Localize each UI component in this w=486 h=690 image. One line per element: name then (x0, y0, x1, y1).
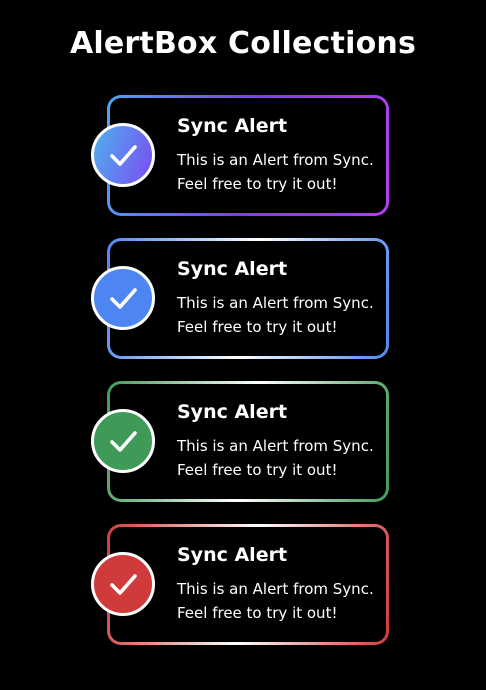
checkmark-icon-glyph (110, 145, 137, 166)
alert-message-line: Feel free to try it out! (177, 604, 338, 622)
checkmark-icon (91, 409, 155, 473)
alert-message-line: Feel free to try it out! (177, 175, 338, 193)
alert-message: This is an Alert from Sync. Feel free to… (177, 291, 387, 339)
alert-message: This is an Alert from Sync. Feel free to… (177, 434, 387, 482)
alert-title: Sync Alert (177, 258, 288, 280)
alert-list: Sync Alert This is an Alert from Sync. F… (0, 0, 486, 690)
alert-message-line: Feel free to try it out! (177, 318, 338, 336)
alert-message-line: This is an Alert from Sync. (177, 437, 374, 455)
alert-title: Sync Alert (177, 401, 288, 423)
checkmark-icon (91, 552, 155, 616)
alert-message-line: Feel free to try it out! (177, 461, 338, 479)
alert-message: This is an Alert from Sync. Feel free to… (177, 148, 387, 196)
checkmark-icon-glyph (110, 288, 137, 309)
alert-message-line: This is an Alert from Sync. (177, 580, 374, 598)
alert-title: Sync Alert (177, 115, 288, 137)
alert-message: This is an Alert from Sync. Feel free to… (177, 577, 387, 625)
alert-message-line: This is an Alert from Sync. (177, 151, 374, 169)
alert-title: Sync Alert (177, 544, 288, 566)
checkmark-icon-glyph (110, 574, 137, 595)
checkmark-icon (91, 266, 155, 330)
alert-message-line: This is an Alert from Sync. (177, 294, 374, 312)
checkmark-icon (91, 123, 155, 187)
checkmark-icon-glyph (110, 431, 137, 452)
